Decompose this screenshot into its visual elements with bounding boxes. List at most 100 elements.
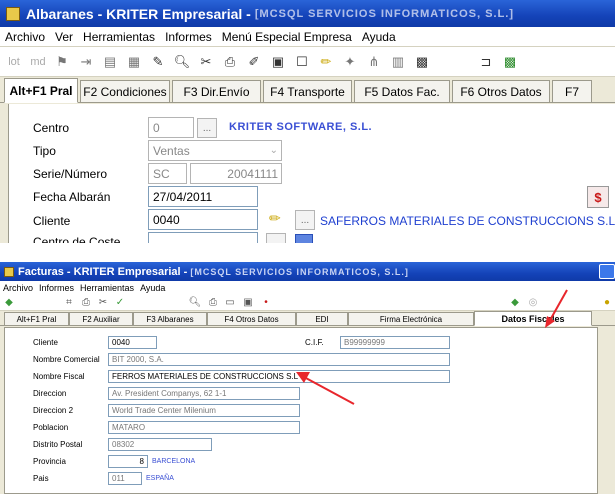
lot-icon[interactable]: lot bbox=[2, 51, 26, 73]
tab-otros-datos[interactable]: F6 Otros Datos bbox=[452, 80, 550, 102]
provincia-input[interactable]: 8 bbox=[108, 455, 148, 468]
preview-icon[interactable]: 🔍︎ bbox=[188, 296, 202, 309]
menu-ayuda[interactable]: Ayuda bbox=[137, 283, 168, 293]
box-icon[interactable]: ▩ bbox=[498, 51, 522, 73]
albaran-form: Centro 0 ... KRITER SOFTWARE, S.L. Tipo … bbox=[8, 104, 615, 243]
accept-icon[interactable]: ◆ bbox=[508, 296, 522, 309]
menu-especial-empresa[interactable]: Menú Especial Empresa bbox=[217, 30, 357, 44]
nombre-comercial-input[interactable]: BIT 2000, S.A. bbox=[108, 353, 450, 366]
tab-condiciones[interactable]: F2 Condiciones bbox=[80, 80, 170, 102]
menubar: Archivo Informes Herramientas Ayuda bbox=[0, 281, 615, 294]
cliente-lookup-button[interactable]: ... bbox=[295, 210, 315, 230]
tab-bar: Alt+F1 Pral F2 Auxiliar F3 Albaranes F4 … bbox=[0, 311, 615, 326]
menubar: Archivo Ver Herramientas Informes Menú E… bbox=[0, 27, 615, 47]
centro-coste-lookup-button[interactable] bbox=[266, 233, 286, 243]
tab-datos-fac[interactable]: F5 Datos Fac. bbox=[354, 80, 450, 102]
window-title: Facturas - KRITER Empresarial - bbox=[18, 265, 188, 278]
numero-input[interactable]: 20041111 bbox=[190, 163, 282, 184]
split-icon[interactable]: ⇥ bbox=[74, 51, 98, 73]
brush-icon[interactable]: ✐ bbox=[242, 51, 266, 73]
pencil-icon[interactable]: ✏ bbox=[269, 210, 281, 227]
printer2-icon[interactable]: ⎙ bbox=[206, 296, 220, 309]
cut-icon[interactable]: ✂ bbox=[194, 51, 218, 73]
tab-transporte[interactable]: F4 Transporte bbox=[263, 80, 352, 102]
new-icon[interactable]: ◆ bbox=[2, 296, 16, 309]
minimize-button[interactable] bbox=[599, 264, 615, 279]
cif-input[interactable]: B99999999 bbox=[340, 336, 450, 349]
cut-icon[interactable]: ✂ bbox=[96, 296, 110, 309]
centro-input[interactable]: 0 bbox=[148, 117, 194, 138]
centro-lookup-button[interactable]: ... bbox=[197, 118, 217, 138]
pais-input[interactable]: 011 bbox=[108, 472, 142, 485]
hang-icon[interactable]: ⊐ bbox=[474, 51, 498, 73]
direccion2-input[interactable]: World Trade Center Milenium bbox=[108, 404, 300, 417]
md-icon[interactable]: md bbox=[26, 51, 50, 73]
menu-herramientas[interactable]: Herramientas bbox=[77, 283, 137, 293]
flag-icon[interactable]: ⚑ bbox=[50, 51, 74, 73]
tipo-label: Tipo bbox=[33, 144, 56, 158]
tab-auxiliar[interactable]: F2 Auxiliar bbox=[69, 312, 133, 325]
bulb-icon[interactable]: ● bbox=[600, 296, 614, 309]
tab-albaranes[interactable]: F3 Albaranes bbox=[133, 312, 207, 325]
provincia-name: BARCELONA bbox=[152, 458, 196, 465]
company-name-blurred: [MCSQL SERVICIOS INFORMATICOS, S.L.] bbox=[254, 7, 514, 20]
menu-informes[interactable]: Informes bbox=[36, 283, 77, 293]
menu-herramientas[interactable]: Herramientas bbox=[78, 30, 160, 44]
card-icon[interactable]: ▭ bbox=[223, 296, 237, 309]
facturas-titlebar: Facturas - KRITER Empresarial - [MCSQL S… bbox=[0, 262, 615, 281]
form-icon[interactable]: ▣ bbox=[241, 296, 255, 309]
window-title: Albaranes - KRITER Empresarial - bbox=[26, 5, 251, 22]
albaranes-titlebar: Albaranes - KRITER Empresarial - [MCSQL … bbox=[0, 0, 615, 27]
money-bag-icon[interactable]: $ bbox=[587, 186, 609, 208]
app-icon bbox=[6, 6, 20, 21]
poblacion-input[interactable]: MATARO bbox=[108, 421, 300, 434]
company-name-blurred: [MCSQL SERVICIOS INFORMATICOS, S.L.] bbox=[190, 266, 409, 277]
tab-dir-envio[interactable]: F3 Dir.Envío bbox=[172, 80, 261, 102]
check-icon[interactable]: ✓ bbox=[113, 296, 127, 309]
print-icon[interactable]: ⎙ bbox=[79, 296, 93, 309]
tab-otros-datos[interactable]: F4 Otros Datos bbox=[207, 312, 296, 325]
tab-pral[interactable]: Alt+F1 Pral bbox=[4, 78, 78, 103]
tab-pral[interactable]: Alt+F1 Pral bbox=[4, 312, 69, 325]
menu-informes[interactable]: Informes bbox=[160, 30, 217, 44]
fecha-albaran-input[interactable]: 27/04/2011 bbox=[148, 186, 258, 207]
serie-numero-label: Serie/Número bbox=[33, 167, 108, 181]
pencil-icon[interactable]: ✏ bbox=[314, 51, 338, 73]
export-icon[interactable]: ▥ bbox=[386, 51, 410, 73]
cliente-label: Cliente bbox=[33, 214, 71, 228]
menu-ayuda[interactable]: Ayuda bbox=[357, 30, 401, 44]
pin-icon[interactable]: • bbox=[259, 296, 273, 309]
calendar-icon[interactable] bbox=[295, 234, 313, 243]
pais-label: Pais bbox=[33, 474, 49, 483]
checkbox-icon[interactable]: ☐ bbox=[290, 51, 314, 73]
app-icon bbox=[4, 266, 14, 277]
tipo-select[interactable]: Ventas ⌄ bbox=[148, 140, 282, 161]
datos-fiscales-form: Cliente 0040 C.I.F. B99999999 Nombre Com… bbox=[4, 327, 598, 494]
distrito-postal-input[interactable]: 08302 bbox=[108, 438, 212, 451]
preview-icon[interactable]: 🔍︎ bbox=[170, 51, 194, 73]
doc-icon[interactable]: ▤ bbox=[98, 51, 122, 73]
tree-icon[interactable]: ⋔ bbox=[362, 51, 386, 73]
tab-firma-electronica[interactable]: Firma Electrónica bbox=[348, 312, 474, 325]
menu-archivo[interactable]: Archivo bbox=[0, 30, 50, 44]
centro-coste-label: Centro de Coste bbox=[33, 235, 121, 243]
edit-icon[interactable]: ✎ bbox=[146, 51, 170, 73]
pais-name: ESPAÑA bbox=[146, 475, 174, 482]
menu-ver[interactable]: Ver bbox=[50, 30, 78, 44]
centro-coste-input[interactable] bbox=[148, 232, 258, 243]
grid-icon[interactable]: ▦ bbox=[122, 51, 146, 73]
calc-icon[interactable]: ▩ bbox=[410, 51, 434, 73]
serie-input[interactable]: SC bbox=[148, 163, 187, 184]
toolbar: lot md ⚑ ⇥ ▤ ▦ ✎ 🔍︎ ✂ ⎙ ✐ ▣ ☐ ✏ ✦ ⋔ ▥ ▩ … bbox=[0, 47, 615, 77]
cliente-input[interactable]: 0040 bbox=[148, 209, 258, 230]
form-icon[interactable]: ▣ bbox=[266, 51, 290, 73]
binoculars-icon[interactable]: ⌗ bbox=[62, 296, 76, 309]
tab-edi[interactable]: EDI bbox=[296, 312, 348, 325]
pin-icon[interactable]: ✦ bbox=[338, 51, 362, 73]
print-icon[interactable]: ⎙ bbox=[218, 51, 242, 73]
cliente-input[interactable]: 0040 bbox=[108, 336, 157, 349]
menu-archivo[interactable]: Archivo bbox=[0, 283, 36, 293]
tab-f7[interactable]: F7 bbox=[552, 80, 592, 102]
nombre-fiscal-input[interactable]: FERROS MATERIALES DE CONSTRUCCIONS S.L bbox=[108, 370, 450, 383]
direccion-input[interactable]: Av. President Companys, 62 1-1 bbox=[108, 387, 300, 400]
